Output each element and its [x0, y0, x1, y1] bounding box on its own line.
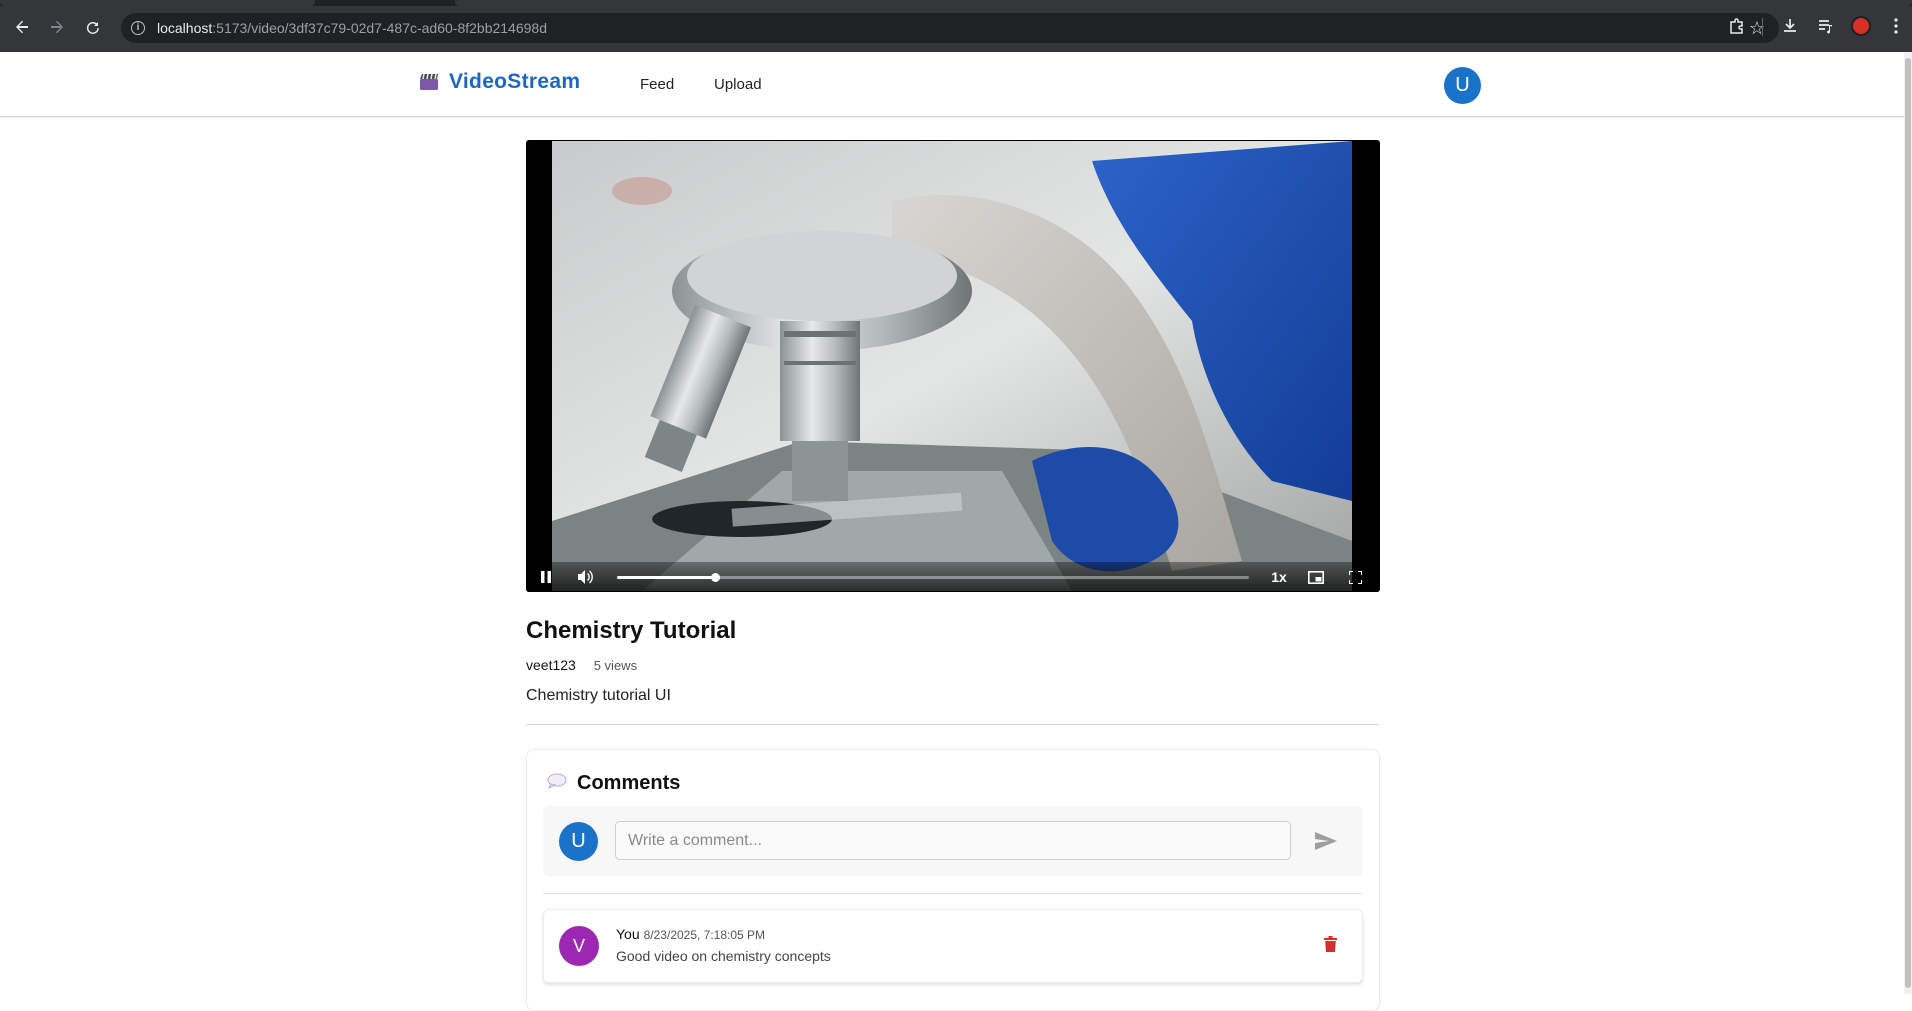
reload-icon[interactable]	[81, 15, 105, 39]
comment-meta: You 8/23/2025, 7:18:05 PM	[616, 926, 765, 942]
video-frame-image	[552, 141, 1352, 591]
fullscreen-icon[interactable]	[1344, 568, 1366, 586]
download-icon[interactable]	[1778, 14, 1802, 38]
brand-title: VideoStream	[449, 70, 581, 93]
picture-in-picture-icon[interactable]	[1305, 568, 1327, 586]
comment-author: You	[616, 926, 640, 942]
app-header: VideoStream Feed Upload U	[0, 52, 1904, 117]
video-description: Chemistry tutorial UI	[526, 687, 671, 704]
seek-progress	[617, 576, 715, 579]
send-icon[interactable]	[1313, 828, 1339, 854]
comment-timestamp: 8/23/2025, 7:18:05 PM	[643, 928, 766, 942]
video-meta: veet123 5 views	[526, 657, 637, 673]
clapperboard-icon	[419, 73, 439, 91]
address-bar[interactable]: i localhost:5173/video/3df37c79-02d7-487…	[121, 13, 1779, 43]
tab-strip	[0, 0, 1912, 6]
comment-composer: U	[543, 806, 1363, 876]
nav-feed-link[interactable]: Feed	[640, 76, 674, 93]
profile-icon[interactable]	[1849, 14, 1873, 38]
browser-tab[interactable]	[0, 0, 315, 6]
back-icon[interactable]	[10, 15, 34, 39]
nav-upload-link[interactable]: Upload	[714, 76, 762, 93]
section-divider	[526, 724, 1379, 725]
playback-speed-button[interactable]: 1x	[1266, 568, 1292, 586]
trash-icon[interactable]	[1324, 936, 1340, 954]
seek-bar[interactable]	[617, 573, 1249, 582]
page-scrollbar[interactable]	[1904, 52, 1912, 994]
video-owner[interactable]: veet123	[526, 657, 576, 673]
composer-avatar: U	[559, 822, 598, 861]
video-title: Chemistry Tutorial	[526, 617, 737, 644]
speech-bubble-icon	[547, 773, 567, 794]
video-frame[interactable]	[552, 141, 1352, 591]
video-controls: 1x	[526, 562, 1380, 592]
brand-link[interactable]: VideoStream	[419, 70, 580, 94]
pause-icon[interactable]	[537, 568, 555, 586]
forward-icon[interactable]	[45, 15, 69, 39]
volume-icon[interactable]	[576, 568, 596, 586]
comment-text: Good video on chemistry concepts	[616, 948, 831, 964]
comments-title: Comments	[577, 772, 681, 794]
comments-divider	[543, 893, 1363, 894]
browser-toolbar: i localhost:5173/video/3df37c79-02d7-487…	[0, 0, 1912, 52]
media-control-icon[interactable]	[1814, 14, 1838, 38]
toolbar-divider	[1762, 18, 1763, 36]
comments-section: Comments U V You8/23/2025, 7:18:05 PM Go…	[526, 749, 1380, 1011]
site-info-icon[interactable]: i	[131, 21, 145, 35]
comments-header: Comments	[547, 772, 680, 795]
view-count: 5 views	[593, 658, 638, 673]
comment-avatar: V	[559, 926, 599, 966]
scrollbar-thumb[interactable]	[1905, 58, 1911, 988]
comment-input[interactable]	[615, 821, 1291, 860]
browser-menu-icon[interactable]	[1884, 14, 1908, 38]
user-avatar[interactable]: U	[1444, 67, 1481, 104]
video-player[interactable]: 1x	[526, 140, 1380, 592]
extensions-icon[interactable]	[1725, 14, 1749, 38]
seek-handle[interactable]	[710, 573, 720, 582]
comment-item: V You 8/23/2025, 7:18:05 PM Good video on…	[543, 909, 1363, 983]
browser-tab[interactable]	[455, 0, 1912, 6]
url-text[interactable]: localhost:5173/video/3df37c79-02d7-487c-…	[157, 20, 547, 36]
